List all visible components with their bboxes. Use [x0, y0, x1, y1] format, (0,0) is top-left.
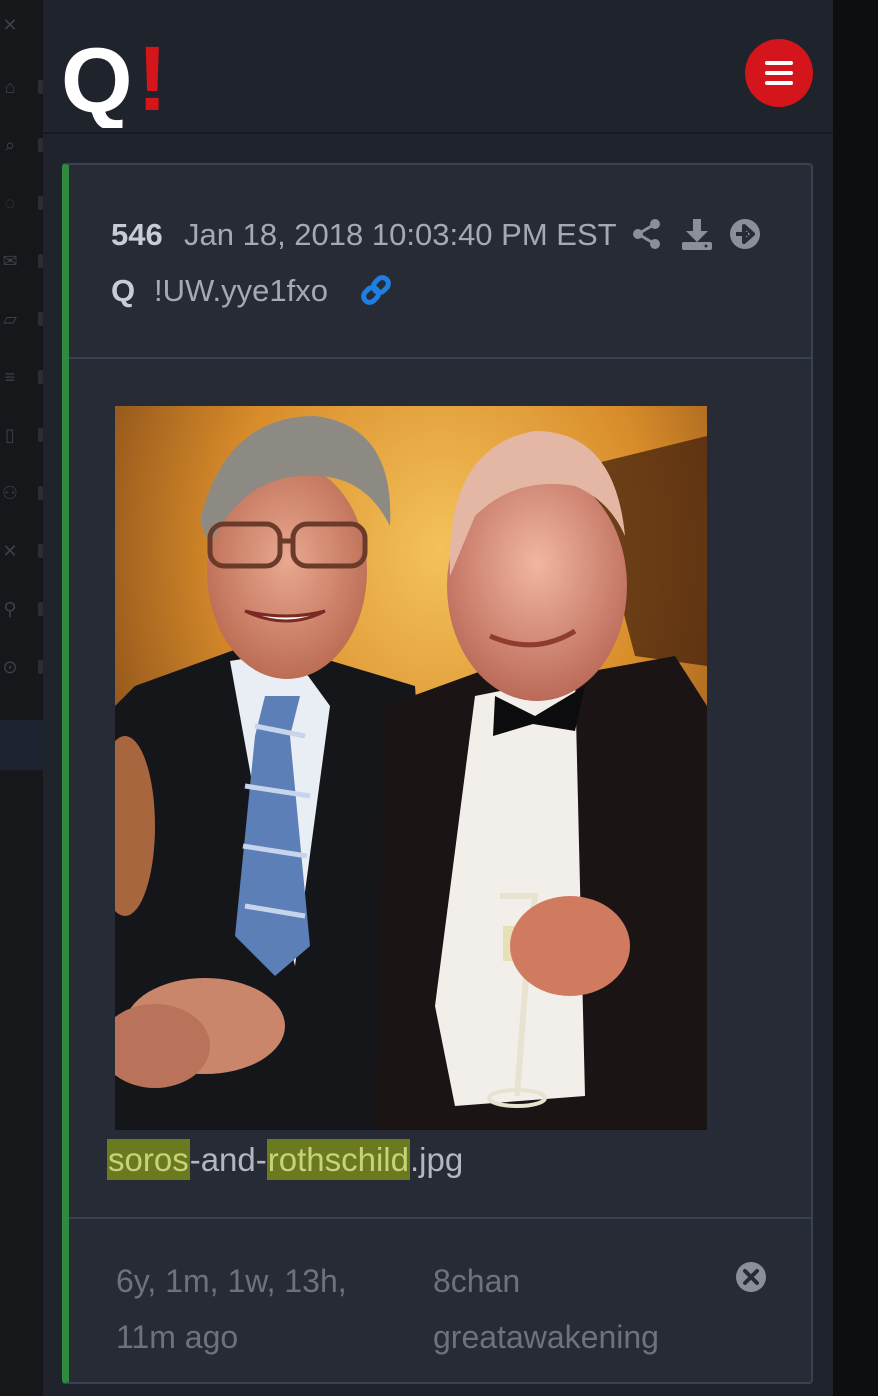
hamburger-menu-icon — [765, 61, 793, 85]
post-image[interactable] — [115, 406, 707, 1130]
post-number[interactable]: 546 — [111, 217, 163, 253]
mail-icon: ✉ — [2, 251, 18, 271]
post-source[interactable]: 8chan greatawakening — [433, 1253, 713, 1365]
search-highlight: rothschild — [266, 1139, 410, 1180]
communities-icon: ⚇ — [1, 483, 19, 503]
ghost-active-item — [0, 720, 43, 770]
filename-text: -and- — [189, 1141, 267, 1178]
profile-icon: ⚲ — [3, 599, 17, 619]
post-body: soros-and-rothschild.jpg — [69, 361, 811, 1219]
post-age: 6y, 1m, 1w, 13h, 11m ago — [116, 1263, 347, 1355]
svg-text:Q: Q — [61, 32, 133, 128]
compose-icon: ▱ — [3, 309, 17, 329]
post-author: Q — [111, 273, 136, 308]
post-card: 546 Jan 18, 2018 10:03:40 PM EST Q !UW.y… — [62, 163, 813, 1384]
menu-button[interactable] — [745, 39, 813, 107]
post-date: Jan 18, 2018 10:03:40 PM EST — [184, 217, 617, 252]
post-tripcode: !UW.yye1fxo — [154, 273, 328, 308]
search-icon: ⌕ — [4, 135, 16, 155]
bookmark-icon: ▯ — [5, 425, 15, 445]
share-icon[interactable] — [631, 217, 663, 251]
more-icon: ⊙ — [2, 657, 18, 677]
right-gutter — [833, 0, 878, 1396]
x-premium-icon: ✕ — [2, 541, 18, 561]
post-footer: 6y, 1m, 1w, 13h, 11m ago 8chan greatawak… — [69, 1221, 811, 1382]
top-bar: Q ! — [43, 0, 833, 134]
image-filename[interactable]: soros-and-rothschild.jpg — [107, 1139, 464, 1180]
post-header: 546 Jan 18, 2018 10:03:40 PM EST Q !UW.y… — [69, 165, 811, 359]
next-arrow-icon[interactable] — [729, 217, 761, 251]
download-icon[interactable] — [681, 217, 713, 251]
q-logo[interactable]: Q ! — [61, 32, 171, 128]
background-app-sidebar: ✕ ⌂ ⌕ ◌ ✉ ▱ ≡ ▯ ⚇ ✕ ⚲ ⊙ — [0, 0, 43, 1396]
list-icon: ≡ — [4, 367, 16, 387]
bell-icon: ◌ — [4, 193, 16, 213]
x-logo-icon: ✕ — [2, 15, 18, 35]
svg-text:!: ! — [137, 32, 168, 128]
close-circle-icon[interactable] — [735, 1261, 767, 1293]
search-highlight: soros — [107, 1139, 190, 1180]
q-app: Q ! 546 Jan 18, 2018 10:03:40 PM EST Q !… — [43, 0, 833, 1396]
filename-text: .jpg — [409, 1141, 464, 1178]
home-icon: ⌂ — [4, 77, 16, 97]
link-icon[interactable] — [359, 273, 393, 307]
